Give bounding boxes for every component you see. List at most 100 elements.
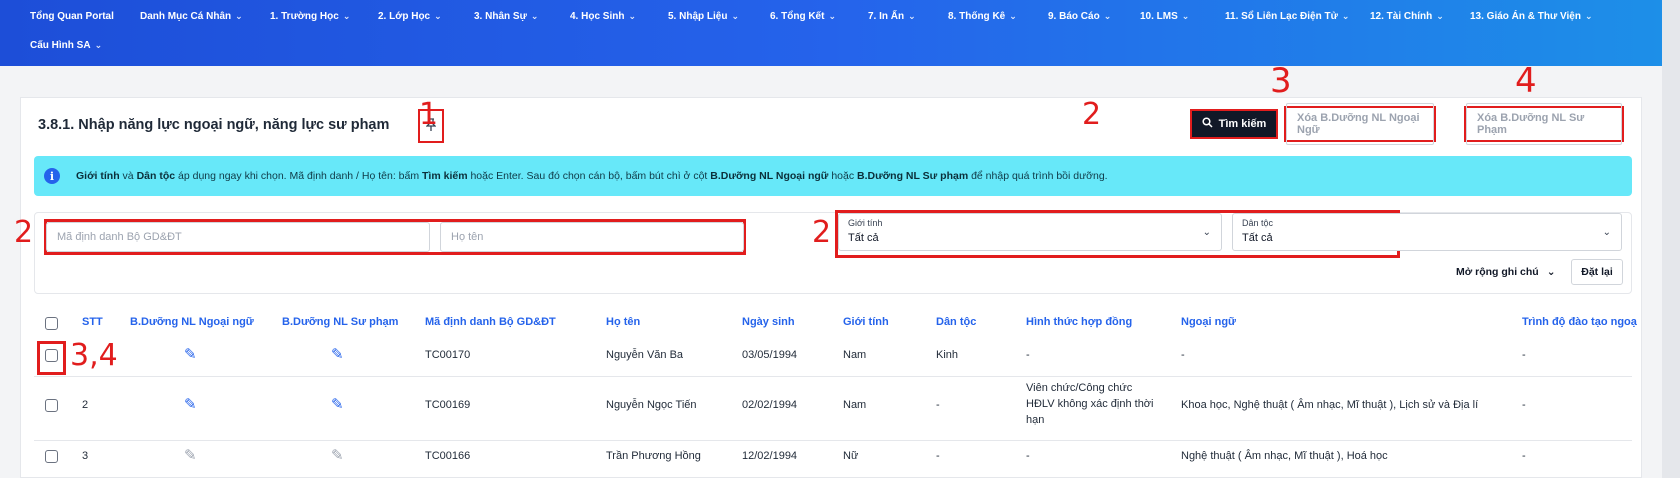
nav-item-13[interactable]: 12. Tài Chính ⌄: [1370, 11, 1444, 22]
annotation-2-mid: 2: [812, 215, 832, 250]
top-navigation: Tổng Quan Portal Danh Mục Cá Nhân ⌄ 1. Trườ…: [0, 0, 1662, 66]
nav-item-5[interactable]: 4. Học Sinh ⌄: [570, 11, 636, 22]
nav-item-label: 7. In Ấn: [868, 11, 905, 22]
nav-item-label: 6. Tổng Kết: [770, 11, 825, 22]
column-header-0[interactable]: STT: [82, 316, 103, 328]
nav-item-0[interactable]: Tổng Quan Portal: [30, 11, 114, 22]
chevron-down-icon: ⌄: [235, 11, 243, 21]
row-checkbox[interactable]: [45, 450, 58, 463]
scrollbar-track[interactable]: [1662, 0, 1680, 478]
ethnic-select[interactable]: Dân tộc Tất cả ⌄: [1232, 213, 1622, 251]
info-banner: Giới tính và Dân tộc áp dụng ngay khi ch…: [34, 156, 1632, 196]
nav-item-label: Tổng Quan Portal: [30, 11, 114, 22]
nav-item-2[interactable]: 1. Trường Học ⌄: [270, 11, 350, 22]
nav-item-8[interactable]: 7. In Ấn ⌄: [868, 11, 916, 22]
row-gender: Nam: [843, 349, 867, 361]
clear-foreign-language-label: Xóa B.Dưỡng NL Ngoại Ngữ: [1286, 103, 1434, 145]
clear-pedagogy-button[interactable]: Xóa B.Dưỡng NL Sư Phạm: [1464, 103, 1624, 145]
row-contract: Viên chức/Công chức HĐLV không xác định …: [1026, 382, 1154, 426]
search-button[interactable]: Tìm kiếm: [1190, 109, 1278, 139]
row-stt: 3: [82, 450, 89, 462]
column-header-6[interactable]: Giới tính: [843, 316, 889, 328]
nav-item-row2-0[interactable]: Cấu Hình SA ⌄: [30, 40, 102, 51]
select-all-checkbox[interactable]: [45, 317, 58, 330]
column-header-9[interactable]: Ngoại ngữ: [1181, 316, 1236, 328]
row-gender: Nữ: [843, 450, 859, 462]
row-contract: -: [1026, 349, 1030, 361]
chevron-down-icon: ⌄: [1436, 11, 1444, 21]
chevron-down-icon: ⌄: [731, 11, 739, 21]
annotation-2-search: 2: [1082, 97, 1102, 132]
row-language: Nghệ thuật ( Âm nhạc, Mĩ thuật ), Hoá họ…: [1181, 450, 1388, 462]
nav-item-label: 8. Thống Kê: [948, 11, 1006, 22]
chevron-down-icon: ⌄: [1341, 11, 1350, 21]
nav-item-label: 10. LMS: [1140, 11, 1178, 22]
row-ethnic: -: [936, 450, 940, 462]
row-name: Trần Phương Hồng: [606, 450, 701, 462]
column-header-4[interactable]: Họ tên: [606, 316, 640, 328]
row-name: Nguyễn Ngọc Tiến: [606, 399, 697, 411]
column-header-10[interactable]: Trình độ đào tạo ngoạ: [1522, 316, 1637, 328]
chevron-down-icon: ⌄: [1584, 11, 1593, 21]
row-id: TC00169: [425, 399, 471, 411]
name-search-input[interactable]: Họ tên: [440, 222, 744, 252]
nav-item-label: Cấu Hình SA: [30, 40, 91, 51]
chevron-down-icon: ⌄: [828, 11, 836, 21]
chevron-down-icon: ⌄: [628, 11, 636, 21]
gender-select[interactable]: Giới tính Tất cả ⌄: [838, 213, 1222, 251]
annotation-3: 3: [1270, 61, 1292, 101]
chevron-down-icon: ⌄: [1602, 227, 1611, 238]
row-training: -: [1522, 349, 1526, 361]
nav-item-10[interactable]: 9. Báo Cáo ⌄: [1048, 11, 1111, 22]
nav-item-12[interactable]: 11. Sổ Liên Lạc Điện Tử ⌄: [1225, 11, 1349, 22]
column-header-3[interactable]: Mã định danh Bộ GD&ĐT: [425, 316, 556, 328]
nav-item-label: 2. Lớp Học: [378, 11, 431, 22]
row-dob: 03/05/1994: [742, 349, 798, 361]
row-training: -: [1522, 450, 1526, 462]
search-button-label: Tìm kiếm: [1218, 118, 1267, 130]
chevron-down-icon: ⌄: [1009, 11, 1017, 21]
edit-foreign-language-pencil-icon[interactable]: ✎: [184, 347, 197, 362]
annotation-box-row-checkbox: [37, 341, 66, 375]
annotation-2-left: 2: [14, 215, 34, 250]
nav-item-6[interactable]: 5. Nhập Liệu ⌄: [668, 11, 739, 22]
row-checkbox[interactable]: [45, 399, 58, 412]
row-ethnic: -: [936, 399, 940, 411]
edit-pedagogy-pencil-icon[interactable]: ✎: [331, 397, 344, 412]
edit-foreign-language-pencil-icon[interactable]: ✎: [184, 397, 197, 412]
nav-item-9[interactable]: 8. Thống Kê ⌄: [948, 11, 1017, 22]
edit-pedagogy-pencil-icon: ✎: [331, 447, 344, 464]
chevron-down-icon: ⌄: [908, 11, 916, 21]
chevron-down-icon: ⌄: [1103, 11, 1112, 21]
expand-notes-toggle[interactable]: Mở rộng ghi chú ⌄: [1456, 266, 1556, 278]
chevron-down-icon: ⌄: [342, 11, 351, 21]
nav-item-14[interactable]: 13. Giáo Án & Thư Viện ⌄: [1470, 11, 1593, 22]
column-header-7[interactable]: Dân tộc: [936, 316, 976, 328]
clear-foreign-language-button[interactable]: Xóa B.Dưỡng NL Ngoại Ngữ: [1284, 103, 1436, 145]
column-header-2[interactable]: B.Dưỡng NL Sư phạm: [282, 316, 398, 328]
nav-item-label: 1. Trường Học: [270, 11, 339, 22]
annotation-3-4: 3,4: [70, 338, 118, 373]
column-header-8[interactable]: Hình thức hợp đồng: [1026, 316, 1132, 328]
page-title: 3.8.1. Nhập năng lực ngoại ngữ, năng lực…: [38, 117, 390, 133]
reset-button[interactable]: Đặt lại: [1571, 259, 1623, 285]
nav-item-label: 5. Nhập Liệu: [668, 11, 728, 22]
column-header-1[interactable]: B.Dưỡng NL Ngoại ngữ: [130, 316, 254, 328]
id-search-input[interactable]: Mã định danh Bộ GD&ĐT: [46, 222, 430, 252]
nav-item-label: Danh Mục Cá Nhân: [140, 11, 232, 22]
row-gender: Nam: [843, 399, 867, 411]
nav-item-1[interactable]: Danh Mục Cá Nhân ⌄: [140, 11, 243, 22]
nav-item-11[interactable]: 10. LMS ⌄: [1140, 11, 1189, 22]
edit-pedagogy-pencil-icon[interactable]: ✎: [331, 347, 344, 362]
chevron-down-icon: ⌄: [530, 11, 539, 21]
info-icon: i: [44, 168, 60, 184]
row-dob: 02/02/1994: [742, 399, 798, 411]
nav-item-7[interactable]: 6. Tổng Kết ⌄: [770, 11, 836, 22]
column-header-5[interactable]: Ngày sinh: [742, 316, 795, 328]
row-separator: [34, 440, 1632, 441]
nav-item-3[interactable]: 2. Lớp Học ⌄: [378, 11, 442, 22]
row-name: Nguyễn Văn Ba: [606, 349, 684, 361]
nav-item-4[interactable]: 3. Nhân Sự ⌄: [474, 11, 538, 22]
row-language: Khoa học, Nghệ thuật ( Âm nhạc, Mĩ thuật…: [1181, 399, 1479, 411]
annotation-1: 1: [419, 97, 439, 132]
